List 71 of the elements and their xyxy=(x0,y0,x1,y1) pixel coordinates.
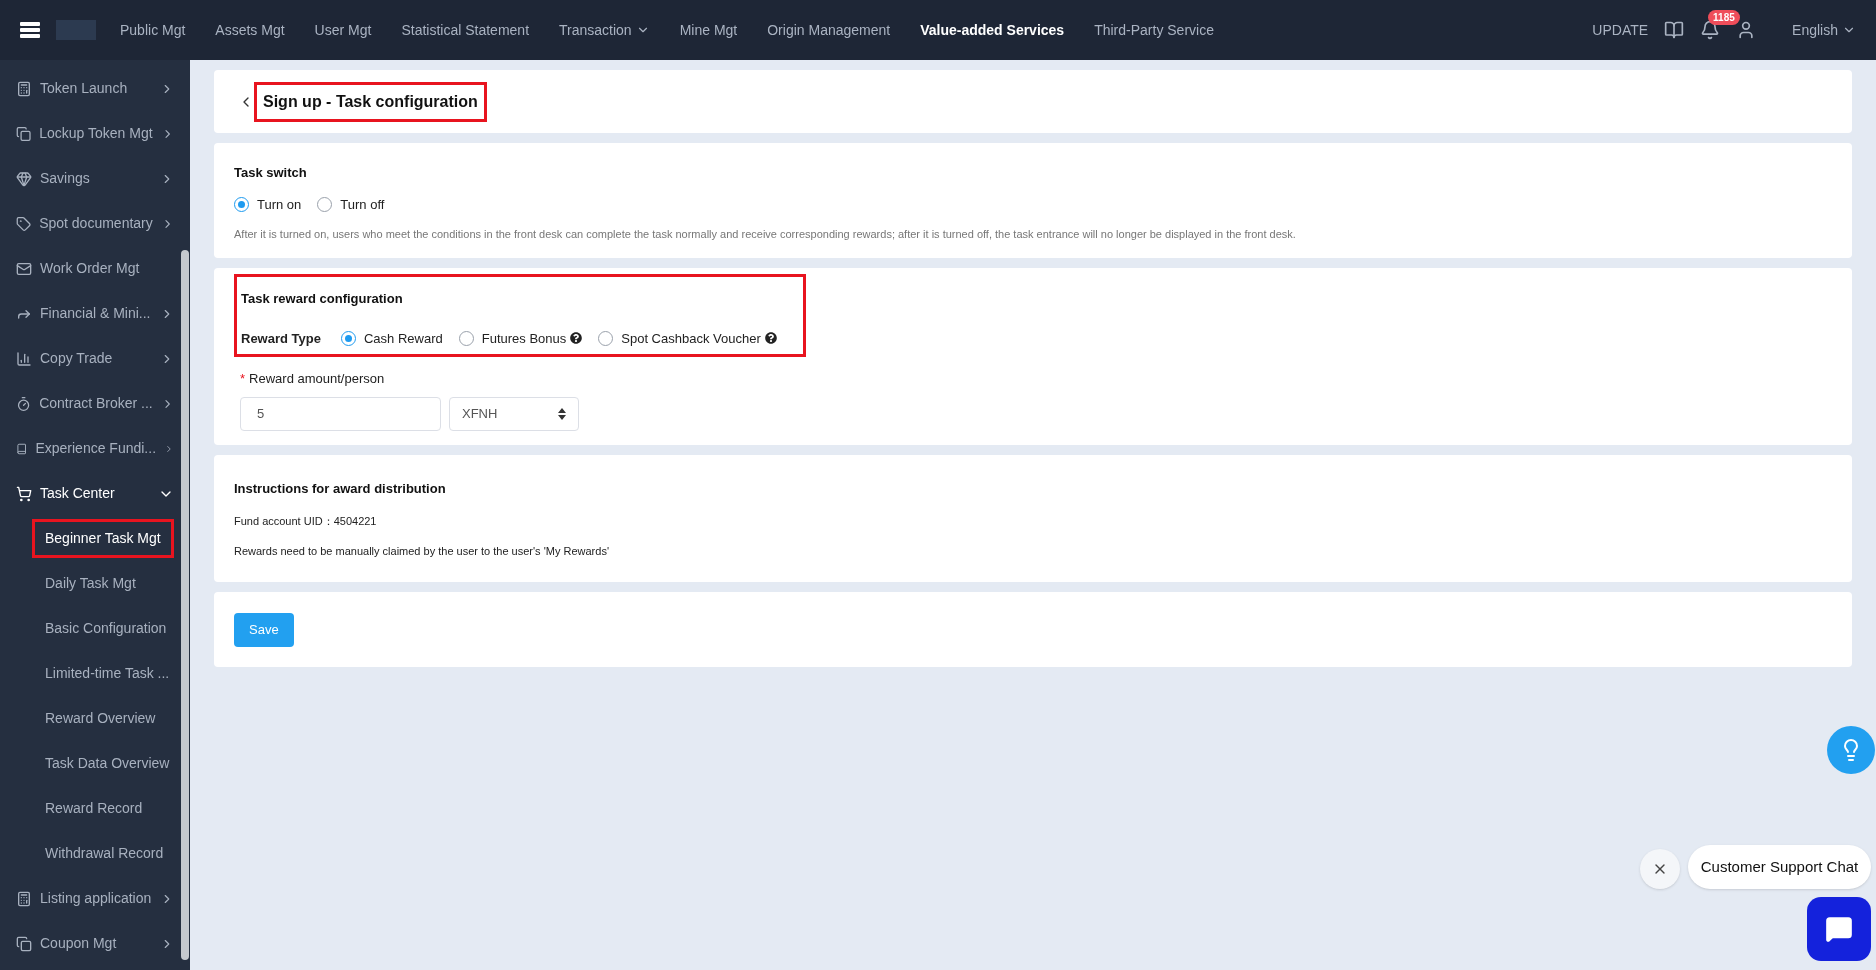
required-mark: * xyxy=(240,370,246,388)
notification-badge: 1185 xyxy=(1708,10,1740,25)
sidebar-item[interactable]: Contract Broker ... xyxy=(0,381,190,426)
sidebar-item[interactable]: Financial & Mini... xyxy=(0,291,190,336)
menu-icon[interactable] xyxy=(20,22,40,38)
radio-label[interactable]: Futures Bonus xyxy=(481,328,567,348)
timer-icon xyxy=(16,395,32,412)
nav-link[interactable]: Origin Management xyxy=(767,19,891,41)
radio-label[interactable]: Spot Cashback Voucher xyxy=(621,328,761,348)
chat-icon xyxy=(1825,915,1853,943)
lightbulb-button[interactable] xyxy=(1827,726,1875,774)
help-icon[interactable] xyxy=(570,332,583,345)
sidebar-subitem[interactable]: Beginner Task Mgt xyxy=(32,519,174,558)
section-heading: Instructions for award distribution xyxy=(234,480,447,498)
sidebar-subitem[interactable]: Limited-time Task ... xyxy=(32,654,183,693)
chat-bubble[interactable]: Customer Support Chat xyxy=(1688,845,1871,889)
cart-icon xyxy=(16,485,32,502)
nav-link[interactable]: Third-Party Service xyxy=(1094,19,1214,41)
instruction-text: Rewards need to be manually claimed by the user to the user's 'My Rewards' xyxy=(234,544,610,559)
sidebar-item[interactable]: Copy Trade xyxy=(0,336,190,381)
tag-icon xyxy=(16,215,32,232)
section-heading: Task reward configuration xyxy=(241,290,404,308)
sidebar-item[interactable]: Experience Fundi... xyxy=(0,426,190,471)
amount-input[interactable]: 5 xyxy=(240,396,441,431)
logo-placeholder xyxy=(56,20,96,40)
sidebar-item[interactable]: Token Launch xyxy=(0,66,190,111)
help-icon[interactable] xyxy=(764,332,777,345)
switch-note: After it is turned on, users who meet the conditions in the front desk can complete the task normally and receive corresponding rewards; after it is turned off, the task entrance will no longer be displayed in the front desk. xyxy=(234,227,1297,242)
sort-caret-icon xyxy=(558,407,566,420)
bar-chart-icon xyxy=(16,350,32,367)
sidebar-subitem[interactable]: Withdrawal Record xyxy=(32,834,177,873)
section-heading: Task switch xyxy=(234,164,308,182)
sidebar-subitem[interactable]: Task Data Overview xyxy=(32,744,183,783)
nav-link[interactable]: User Mgt xyxy=(314,19,372,41)
calculator-icon xyxy=(16,890,32,907)
nav-link[interactable]: Value-added Services xyxy=(920,19,1065,41)
diamond-icon xyxy=(16,170,32,187)
chat-button[interactable] xyxy=(1807,897,1871,961)
sidebar-subitem[interactable]: Reward Record xyxy=(32,789,156,828)
sidebar-item[interactable]: Savings xyxy=(0,156,190,201)
documents-icon xyxy=(16,125,32,142)
field-label: Reward amount/person xyxy=(249,370,385,388)
nav-link[interactable]: Transaction xyxy=(559,19,650,41)
sidebar-item[interactable]: Lockup Token Mgt xyxy=(0,111,190,156)
envelope-icon xyxy=(16,260,32,277)
nav-link[interactable]: Mine Mgt xyxy=(679,19,738,41)
sidebar-subitem[interactable]: Reward Overview xyxy=(32,699,169,738)
nav-link[interactable]: Public Mgt xyxy=(120,19,186,41)
instruction-text: Fund account UID：4504221 xyxy=(234,513,378,529)
currency-select[interactable]: XFNH xyxy=(449,396,579,431)
bell-icon[interactable] xyxy=(1700,20,1721,40)
sidebar-subitem[interactable]: Daily Task Mgt xyxy=(32,564,149,603)
calculator-icon xyxy=(16,80,32,97)
book-icon[interactable] xyxy=(1664,20,1685,40)
sidebar-item[interactable]: Spot documentary xyxy=(0,201,190,246)
sidebar-item[interactable]: Listing application xyxy=(0,876,190,921)
radio-label[interactable]: Cash Reward xyxy=(363,328,443,348)
nav-link[interactable]: Statistical Statement xyxy=(401,19,530,41)
scrollbar[interactable] xyxy=(181,250,189,960)
language-selector[interactable]: English xyxy=(1792,19,1856,41)
nav-link[interactable]: Assets Mgt xyxy=(215,19,285,41)
documents-icon xyxy=(16,935,32,952)
sidebar-subitem[interactable]: Basic Configuration xyxy=(32,609,180,648)
radio-label[interactable]: Turn on xyxy=(257,194,302,214)
radio-label[interactable]: Turn off xyxy=(340,194,385,214)
page-title: Sign up - Task configuration xyxy=(254,81,487,122)
sidebar-item[interactable]: Coupon Mgt xyxy=(0,921,190,966)
sidebar-item[interactable]: Task Center xyxy=(0,471,190,516)
field-label: Reward Type xyxy=(241,329,321,348)
update-link[interactable]: UPDATE xyxy=(1592,19,1649,41)
sidebar-item[interactable]: Work Order Mgt xyxy=(0,246,190,291)
